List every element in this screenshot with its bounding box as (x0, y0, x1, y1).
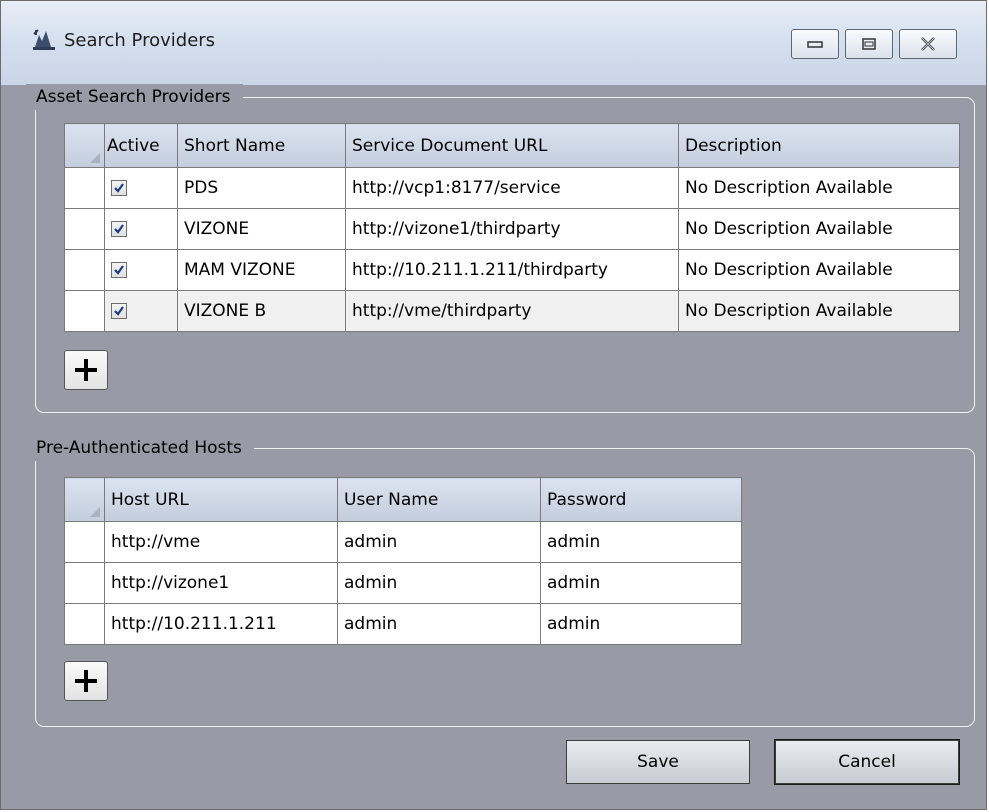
column-header-user-name[interactable]: User Name (337, 477, 541, 522)
password-cell[interactable]: admin (540, 521, 742, 563)
minimize-button[interactable] (791, 29, 839, 59)
minimize-icon (807, 41, 823, 48)
add-host-button[interactable] (64, 661, 108, 701)
window-title: Search Providers (64, 30, 216, 51)
cancel-button[interactable]: Cancel (774, 739, 960, 785)
table-row[interactable]: http://10.211.1.211 admin admin (64, 603, 742, 645)
row-header[interactable] (64, 521, 105, 563)
short-name-cell[interactable]: PDS (177, 167, 346, 209)
active-checkbox[interactable] (111, 221, 127, 237)
column-header-host-url[interactable]: Host URL (104, 477, 338, 522)
hosts-table: Host URL User Name Password http://vme a… (64, 477, 742, 645)
row-header[interactable] (64, 562, 105, 604)
column-header-description[interactable]: Description (678, 123, 960, 168)
table-row[interactable]: PDS http://vcp1:8177/service No Descript… (64, 167, 960, 209)
host-url-cell[interactable]: http://vizone1 (104, 562, 338, 604)
add-search-provider-button[interactable] (64, 350, 108, 390)
table-row[interactable]: http://vizone1 admin admin (64, 562, 742, 604)
user-name-cell[interactable]: admin (337, 521, 541, 563)
description-cell[interactable]: No Description Available (678, 167, 960, 209)
maximize-button[interactable] (845, 29, 893, 59)
short-name-cell[interactable]: VIZONE (177, 208, 346, 250)
service-url-cell[interactable]: http://vme/thirdparty (345, 290, 679, 332)
close-button[interactable] (899, 29, 957, 59)
asset-search-providers-legend: Asset Search Providers (26, 84, 243, 110)
active-cell[interactable] (104, 208, 178, 250)
save-button[interactable]: Save (566, 740, 750, 784)
table-row[interactable]: VIZONE B http://vme/thirdparty No Descri… (64, 290, 960, 332)
password-cell[interactable]: admin (540, 603, 742, 645)
service-url-cell[interactable]: http://vizone1/thirdparty (345, 208, 679, 250)
host-url-cell[interactable]: http://vme (104, 521, 338, 563)
row-header[interactable] (64, 290, 105, 332)
column-header-password[interactable]: Password (540, 477, 742, 522)
asset-providers-header-row: Active Short Name Service Document URL D… (64, 123, 960, 168)
description-cell[interactable]: No Description Available (678, 208, 960, 250)
table-row[interactable]: VIZONE http://vizone1/thirdparty No Desc… (64, 208, 960, 250)
select-all-corner[interactable] (64, 123, 105, 168)
row-header[interactable] (64, 603, 105, 645)
active-cell[interactable] (104, 290, 178, 332)
search-providers-app-icon (30, 27, 58, 55)
description-cell[interactable]: No Description Available (678, 249, 960, 291)
short-name-cell[interactable]: VIZONE B (177, 290, 346, 332)
row-header[interactable] (64, 249, 105, 291)
description-cell[interactable]: No Description Available (678, 290, 960, 332)
active-checkbox[interactable] (111, 180, 127, 196)
service-url-cell[interactable]: http://vcp1:8177/service (345, 167, 679, 209)
service-url-cell[interactable]: http://10.211.1.211/thirdparty (345, 249, 679, 291)
row-header[interactable] (64, 167, 105, 209)
pre-authenticated-hosts-legend: Pre-Authenticated Hosts (26, 435, 254, 461)
plus-icon (75, 670, 97, 692)
active-cell[interactable] (104, 167, 178, 209)
row-header[interactable] (64, 208, 105, 250)
active-checkbox[interactable] (111, 262, 127, 278)
restore-icon (862, 38, 876, 50)
user-name-cell[interactable]: admin (337, 603, 541, 645)
password-cell[interactable]: admin (540, 562, 742, 604)
host-url-cell[interactable]: http://10.211.1.211 (104, 603, 338, 645)
title-bar[interactable]: Search Providers (1, 1, 986, 85)
select-all-corner[interactable] (64, 477, 105, 522)
table-row[interactable]: MAM VIZONE http://10.211.1.211/thirdpart… (64, 249, 960, 291)
plus-icon (75, 359, 97, 381)
asset-providers-table: Active Short Name Service Document URL D… (64, 123, 960, 332)
active-cell[interactable] (104, 249, 178, 291)
column-header-short-name[interactable]: Short Name (177, 123, 346, 168)
short-name-cell[interactable]: MAM VIZONE (177, 249, 346, 291)
column-header-service-url[interactable]: Service Document URL (345, 123, 679, 168)
table-row[interactable]: http://vme admin admin (64, 521, 742, 563)
search-providers-window: Search Providers Asset Search Providers (0, 0, 987, 810)
user-name-cell[interactable]: admin (337, 562, 541, 604)
column-header-active[interactable]: Active (104, 123, 178, 168)
active-checkbox[interactable] (111, 303, 127, 319)
close-icon (921, 37, 935, 51)
hosts-header-row: Host URL User Name Password (64, 477, 742, 522)
